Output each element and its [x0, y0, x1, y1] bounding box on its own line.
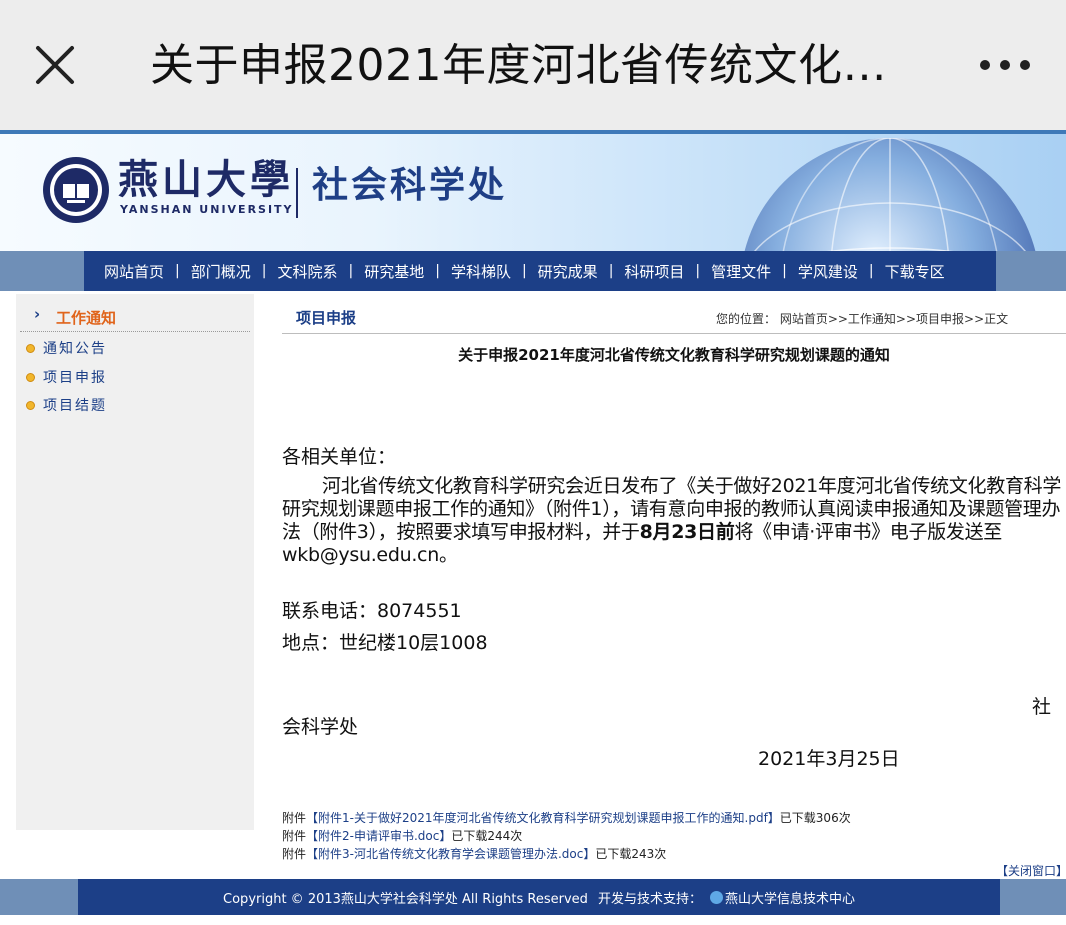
bullet-icon: [26, 343, 35, 353]
publish-date: 2021年3月25日: [758, 748, 900, 770]
attachment-link[interactable]: 【附件2-申请评审书.doc】: [306, 829, 451, 843]
download-count: 已下载243次: [595, 847, 667, 861]
greeting: 各相关单位：: [282, 446, 397, 468]
nav-item[interactable]: 下载专区: [885, 261, 945, 282]
sidebar-item-label: 项目申报: [43, 370, 107, 386]
nav-item[interactable]: 学风建设: [798, 261, 858, 282]
download-count: 已下载306次: [779, 811, 851, 825]
attachment-prefix: 附件: [282, 847, 307, 861]
attachment-row: 附件【附件2-申请评审书.doc】已下载244次: [282, 827, 1066, 845]
deadline: 8月23日前: [639, 521, 735, 543]
nav-separator: |: [868, 263, 874, 279]
download-count: 已下载244次: [451, 829, 523, 843]
support-org: 燕山大学信息技术中心: [724, 891, 855, 907]
university-name-cn: 燕山大學: [118, 156, 294, 203]
bottom-strip: [0, 915, 1066, 925]
nav-item[interactable]: 文科院系: [277, 261, 337, 282]
nav-item[interactable]: 研究基地: [364, 261, 424, 282]
breadcrumb: 您的位置： 网站首页>>工作通知>>项目申报>>正文: [716, 312, 1009, 326]
university-name-en: YANSHAN UNIVERSITY: [120, 203, 294, 216]
footer-bar: Copyright © 2013燕山大学社会科学处 All Rights Res…: [78, 879, 1000, 915]
contact-phone: 联系电话：8074551: [282, 600, 462, 622]
nav-separator: |: [521, 263, 527, 279]
address: 地点：世纪楼10层1008: [282, 632, 488, 654]
attachment-prefix: 附件: [282, 811, 307, 825]
nav-item[interactable]: 科研项目: [624, 261, 684, 282]
sidebar-item-label: 项目结题: [43, 398, 107, 414]
close-window-link[interactable]: 【关闭窗口】: [996, 862, 1066, 879]
nav-separator: |: [175, 263, 180, 279]
sidebar-heading: › 工作通知: [20, 302, 250, 332]
sidebar-item-label: 通知公告: [43, 341, 107, 357]
page-title: 关于申报2021年度河北省传统文化…: [150, 40, 887, 91]
footer: Copyright © 2013燕山大学社会科学处 All Rights Res…: [0, 879, 1066, 915]
section-header: 项目申报 您的位置： 网站首页>>工作通知>>项目申报>>正文: [282, 302, 1066, 334]
support-label: 开发与技术支持：: [597, 891, 702, 907]
university-seal-icon: [43, 157, 109, 223]
nav-separator: |: [695, 263, 701, 279]
nav-item[interactable]: 网站首页: [104, 261, 164, 282]
nav-separator: |: [348, 263, 354, 279]
article-body: 河北省传统文化教育科学研究会近日发布了《关于做好2021年度河北省传统文化教育科…: [282, 475, 1066, 567]
main-nav: 网站首页 | 部门概况 | 文科院系 | 研究基地 | 学科梯队 | 研究成果 | 科研项目 | 管理文件 |…: [84, 251, 996, 291]
nav-separator: |: [435, 263, 440, 279]
attachments-list: 附件【附件1-关于做好2021年度河北省传统文化教育科学研究规划课题申报工作的通…: [282, 809, 1066, 863]
more-dots-icon[interactable]: [975, 50, 1035, 80]
banner-divider: [296, 168, 298, 218]
site-banner: 燕山大學 YANSHAN UNIVERSITY 社会科学处: [0, 130, 1066, 251]
sidebar: › 工作通知 通知公告 项目申报 项目结题: [16, 294, 254, 830]
nav-bar: 网站首页 | 部门概况 | 文科院系 | 研究基地 | 学科梯队 | 研究成果 | 科研项目 | 管理文件 |…: [0, 251, 1066, 291]
globe-graphic: [744, 138, 1036, 251]
info-center-logo-icon: [709, 890, 723, 904]
nav-item[interactable]: 管理文件: [711, 261, 771, 282]
banner-top-line: [0, 130, 1066, 134]
nav-item[interactable]: 学科梯队: [451, 261, 511, 282]
attachment-row: 附件【附件3-河北省传统文化教育学会课题管理办法.doc】已下载243次: [282, 845, 1066, 863]
bullet-icon: [26, 372, 35, 382]
nav-separator: |: [782, 263, 787, 279]
sidebar-heading-label: 工作通知: [56, 309, 117, 327]
bullet-icon: [26, 400, 35, 410]
attachment-link[interactable]: 【附件1-关于做好2021年度河北省传统文化教育科学研究规划课题申报工作的通知.…: [306, 811, 780, 825]
chevron-right-icon: ›: [34, 305, 41, 323]
nav-item[interactable]: 研究成果: [538, 261, 598, 282]
sidebar-item-notices[interactable]: 通知公告: [26, 337, 107, 359]
attachment-prefix: 附件: [282, 829, 307, 843]
article-title: 关于申报2021年度河北省传统文化教育科学研究规划课题的通知: [458, 346, 890, 364]
sidebar-item-project-conclusion[interactable]: 项目结题: [26, 394, 107, 416]
signature-line-2: 会科学处: [282, 716, 359, 738]
app-bar: 关于申报2021年度河北省传统文化…: [0, 0, 1066, 130]
section-title: 项目申报: [296, 309, 357, 327]
close-icon[interactable]: [30, 40, 80, 90]
attachment-link[interactable]: 【附件3-河北省传统文化教育学会课题管理办法.doc】: [306, 847, 595, 861]
nav-item[interactable]: 部门概况: [191, 261, 251, 282]
signature-line-1: 社: [1032, 696, 1052, 718]
department-name: 社会科学处: [312, 165, 508, 206]
sidebar-item-project-application[interactable]: 项目申报: [26, 366, 107, 388]
nav-separator: |: [608, 263, 614, 279]
nav-separator: |: [261, 263, 267, 279]
attachment-row: 附件【附件1-关于做好2021年度河北省传统文化教育科学研究规划课题申报工作的通…: [282, 809, 1066, 827]
copyright-text: Copyright © 2013燕山大学社会科学处 All Rights Res…: [223, 891, 588, 907]
main-content: 项目申报 您的位置： 网站首页>>工作通知>>项目申报>>正文 关于申报2021…: [282, 294, 1066, 884]
